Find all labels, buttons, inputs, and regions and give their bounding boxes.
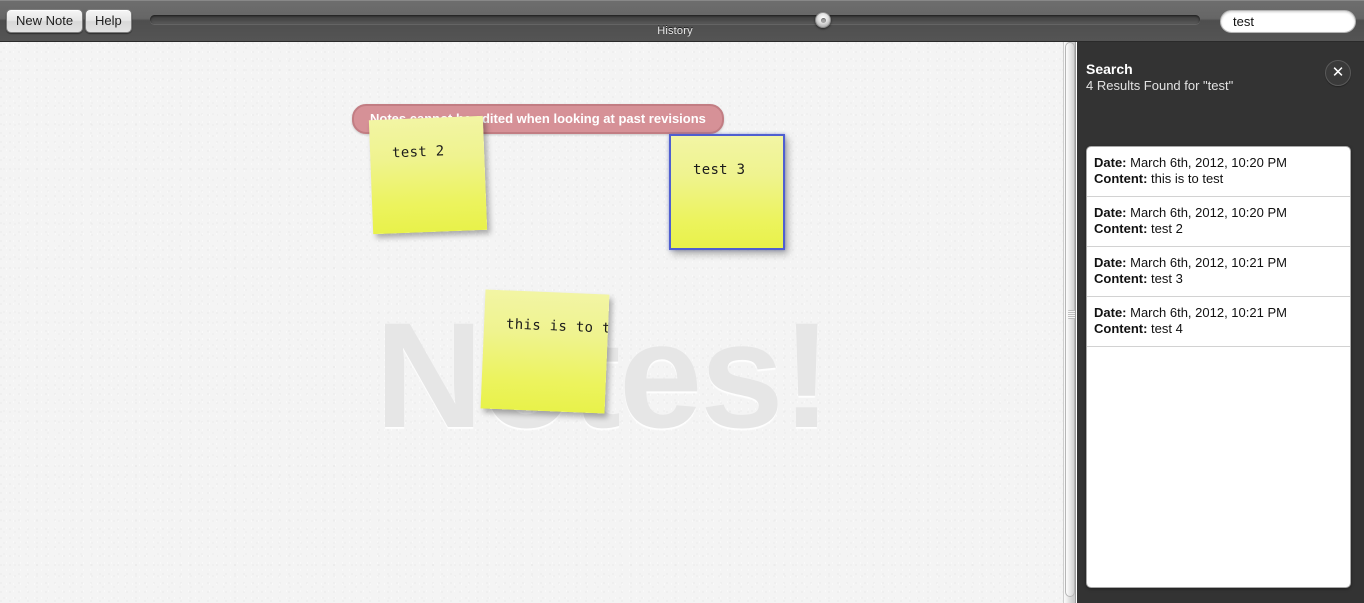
search-result-date-value: March 6th, 2012, 10:21 PM (1126, 255, 1287, 270)
search-result-content-label: Content: (1094, 321, 1148, 336)
search-result-date-value: March 6th, 2012, 10:21 PM (1126, 305, 1287, 320)
new-note-button[interactable]: New Note (6, 9, 84, 33)
search-results-count: 4 Results Found for "test" (1086, 78, 1234, 93)
notes-app-window: New Note Help History Notes! Notes canno… (0, 0, 1364, 603)
search-result-item[interactable]: Date: March 6th, 2012, 10:21 PM Content: … (1087, 247, 1350, 297)
search-result-date-value: March 6th, 2012, 10:20 PM (1126, 155, 1287, 170)
search-result-item[interactable]: Date: March 6th, 2012, 10:20 PM Content: … (1087, 197, 1350, 247)
search-result-date: Date: March 6th, 2012, 10:21 PM (1094, 255, 1343, 271)
search-result-content-value: test 2 (1147, 221, 1183, 236)
search-result-content-label: Content: (1094, 221, 1148, 236)
search-result-item[interactable]: Date: March 6th, 2012, 10:21 PM Content: … (1087, 297, 1350, 347)
search-input[interactable] (1220, 10, 1356, 33)
toolbar: New Note Help History (0, 0, 1364, 42)
search-result-content: Content: test 3 (1094, 271, 1343, 287)
search-result-content-label: Content: (1094, 171, 1148, 186)
search-result-date-label: Date: (1094, 305, 1127, 320)
search-result-date: Date: March 6th, 2012, 10:20 PM (1094, 205, 1343, 221)
close-icon[interactable]: ✕ (1325, 60, 1351, 86)
search-result-content-value: test 4 (1147, 321, 1183, 336)
search-result-content: Content: test 2 (1094, 221, 1343, 237)
search-result-date-value: March 6th, 2012, 10:20 PM (1126, 205, 1287, 220)
search-results-list[interactable]: Date: March 6th, 2012, 10:20 PM Content: … (1086, 146, 1351, 588)
sticky-note[interactable]: this is to test (480, 289, 610, 414)
search-result-date: Date: March 6th, 2012, 10:21 PM (1094, 305, 1343, 321)
search-result-date-label: Date: (1094, 155, 1127, 170)
sticky-note[interactable]: test 2 (368, 115, 488, 235)
search-result-content: Content: test 4 (1094, 321, 1343, 337)
history-slider-track[interactable] (150, 15, 1200, 24)
search-result-content-value: this is to test (1147, 171, 1224, 186)
history-slider-label: History (657, 25, 693, 37)
search-panel: Search 4 Results Found for "test" ✕ Date… (1077, 42, 1364, 603)
canvas-scrollbar[interactable] (1063, 42, 1076, 603)
help-button[interactable]: Help (85, 9, 132, 33)
search-result-date: Date: March 6th, 2012, 10:20 PM (1094, 155, 1343, 171)
search-panel-title: Search (1086, 61, 1133, 77)
search-result-content-label: Content: (1094, 271, 1148, 286)
search-result-item[interactable]: Date: March 6th, 2012, 10:20 PM Content: … (1087, 147, 1350, 197)
search-result-content-value: test 3 (1147, 271, 1183, 286)
notes-canvas[interactable]: Notes! Notes cannot be edited when looki… (0, 42, 1063, 603)
sticky-note-text: test 2 (391, 143, 445, 162)
sticky-note-text: test 3 (693, 162, 746, 178)
search-result-date-label: Date: (1094, 205, 1127, 220)
search-result-date-label: Date: (1094, 255, 1127, 270)
sticky-note[interactable]: test 3 (669, 134, 785, 250)
canvas-scrollbar-thumb[interactable] (1065, 42, 1075, 597)
sticky-note-text: this is to test (505, 316, 610, 338)
history-slider[interactable]: History (150, 0, 1200, 42)
scrollbar-grip-icon (1068, 310, 1075, 319)
search-result-content: Content: this is to test (1094, 171, 1343, 187)
